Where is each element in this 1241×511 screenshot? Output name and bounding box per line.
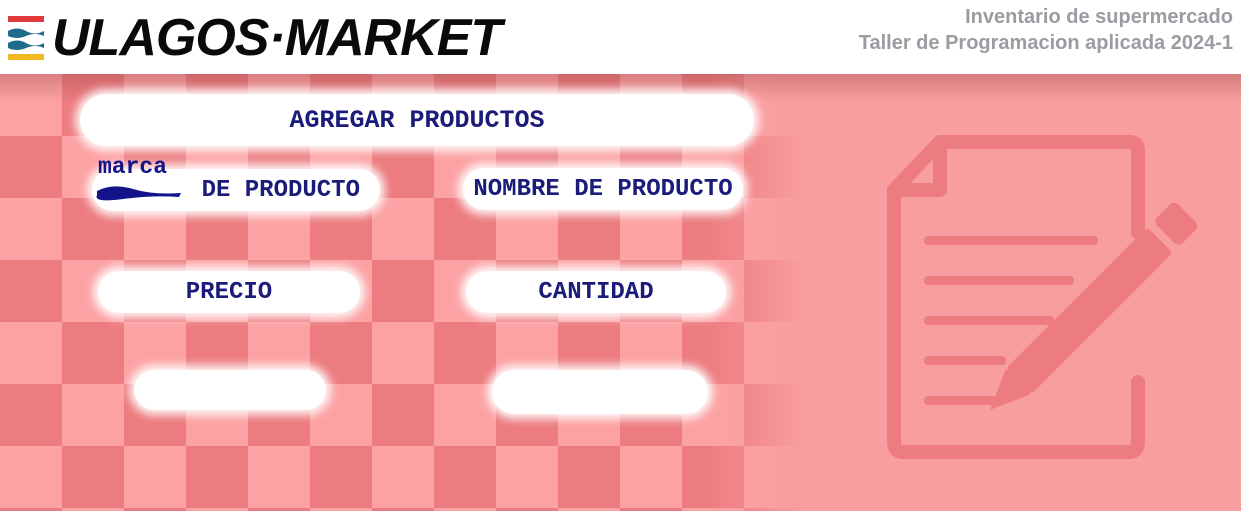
- extra-field-1[interactable]: [134, 370, 326, 410]
- main-panel: AGREGAR PRODUCTOS DE PRODUCTO marca NOMB…: [0, 74, 1241, 511]
- scribble-mark: [96, 186, 181, 201]
- product-name-field-2[interactable]: NOMBRE DE PRODUCTO: [463, 168, 743, 210]
- price-field[interactable]: PRECIO: [98, 271, 360, 313]
- logo-flag-icon: [8, 16, 44, 60]
- logo-text: ULAGOS·MARKET: [52, 9, 502, 67]
- subtitle-line-1: Inventario de supermercado: [965, 6, 1233, 28]
- header-info: Inventario de supermercado Taller de Pro…: [859, 4, 1233, 56]
- quantity-field[interactable]: CANTIDAD: [466, 271, 726, 313]
- document-edit-icon: [887, 135, 1198, 459]
- header: ULAGOS·MARKET Inventario de supermercado…: [0, 0, 1241, 74]
- extra-field-2[interactable]: [492, 370, 708, 414]
- form-title: AGREGAR PRODUCTOS: [80, 94, 754, 146]
- subtitle-line-2: Taller de Programacion aplicada 2024-1: [858, 32, 1233, 54]
- marca-annotation: marca: [98, 154, 168, 180]
